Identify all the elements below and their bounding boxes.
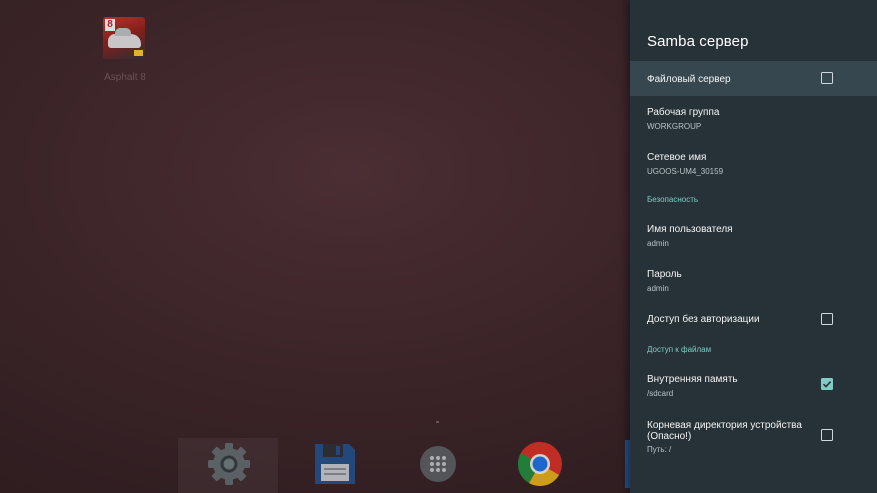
username-label: Имя пользователя [647, 224, 733, 235]
checkmark-icon [822, 381, 832, 388]
launcher-home: 8 Asphalt 8 [0, 0, 631, 493]
internal-storage-checkbox[interactable] [821, 378, 833, 390]
username-row[interactable]: Имя пользователя admin [630, 213, 877, 258]
app-dock [170, 432, 631, 493]
root-directory-path: Путь: / [647, 445, 672, 454]
network-name-label: Сетевое имя [647, 152, 707, 163]
settings-gear-icon[interactable] [205, 440, 253, 488]
network-name-value: UGOOS-UM4_30159 [647, 167, 724, 176]
internal-storage-path: /sdcard [647, 389, 674, 398]
root-directory-label-line1: Корневая директория устройства [647, 420, 802, 431]
app-drawer-icon[interactable] [414, 440, 462, 488]
car-graphic [108, 28, 141, 48]
internal-storage-row[interactable]: Внутренняя память /sdcard [630, 363, 877, 408]
app-badge-accent [134, 50, 143, 56]
app-label: Asphalt 8 [104, 72, 146, 83]
password-value: admin [647, 284, 669, 293]
chrome-icon[interactable] [516, 440, 564, 488]
file-server-checkbox[interactable] [821, 72, 833, 84]
password-label: Пароль [647, 269, 682, 280]
app-badge: 8 [105, 19, 115, 31]
username-value: admin [647, 239, 669, 248]
workgroup-value: WORKGROUP [647, 122, 702, 131]
samba-settings-panel: Samba сервер Файловый сервер Рабочая гру… [630, 0, 877, 493]
root-directory-label-line2: (Опасно!) [647, 431, 692, 442]
anonymous-access-checkbox[interactable] [821, 313, 833, 325]
root-directory-checkbox[interactable] [821, 429, 833, 441]
security-section-header: Безопасность [647, 195, 699, 204]
password-row[interactable]: Пароль admin [630, 258, 877, 302]
file-server-label: Файловый сервер [647, 74, 731, 85]
workgroup-label: Рабочая группа [647, 107, 720, 118]
workgroup-row[interactable]: Рабочая группа WORKGROUP [630, 96, 877, 142]
floppy-disk-icon[interactable] [311, 440, 359, 488]
panel-title: Samba сервер [647, 33, 749, 50]
file-server-toggle-row[interactable]: Файловый сервер [630, 61, 877, 96]
anonymous-access-label: Доступ без авторизации [647, 314, 760, 325]
file-access-section-header: Доступ к файлам [647, 345, 712, 354]
root-directory-row[interactable]: Корневая директория устройства (Опасно!)… [630, 410, 877, 460]
page-indicator [436, 421, 439, 423]
asphalt-8-app-icon[interactable]: 8 [103, 17, 145, 59]
anonymous-access-row[interactable]: Доступ без авторизации [630, 302, 877, 338]
network-name-row[interactable]: Сетевое имя UGOOS-UM4_30159 [630, 142, 877, 187]
internal-storage-label: Внутренняя память [647, 374, 738, 385]
